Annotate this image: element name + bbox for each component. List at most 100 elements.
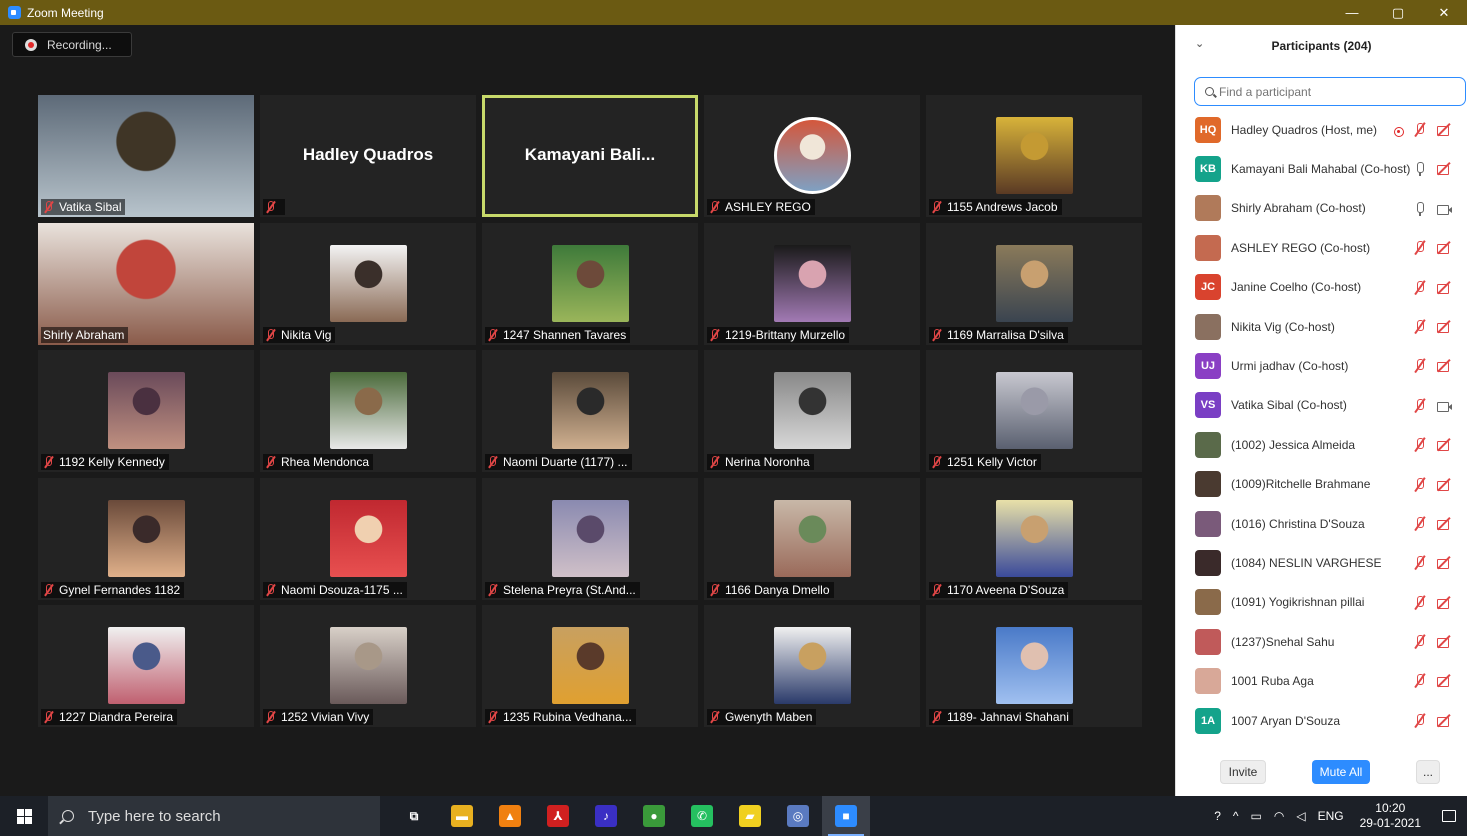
mic-muted-icon[interactable] — [1412, 634, 1428, 650]
video-tile[interactable]: 1219-Brittany Murzello — [704, 222, 920, 345]
minimize-button[interactable]: — — [1329, 0, 1375, 25]
participant-row[interactable]: VS Vatika Sibal (Co-host) — [1176, 386, 1467, 425]
mic-muted-icon[interactable] — [1412, 319, 1428, 335]
video-tile[interactable]: 1166 Danya Dmello — [704, 477, 920, 600]
video-tile[interactable]: Nerina Noronha — [704, 350, 920, 472]
mic-icon[interactable] — [1412, 201, 1428, 217]
video-tile[interactable]: Rhea Mendonca — [260, 350, 476, 472]
camera-off-icon[interactable] — [1436, 673, 1452, 689]
mic-muted-icon[interactable] — [1412, 555, 1428, 571]
close-button[interactable]: ✕ — [1421, 0, 1467, 25]
mute-all-button[interactable]: Mute All — [1312, 760, 1370, 784]
video-tile[interactable]: Gynel Fernandes 1182 — [38, 477, 254, 600]
participant-row[interactable]: (1084) NESLIN VARGHESE — [1176, 543, 1467, 582]
camera-off-icon[interactable] — [1436, 555, 1452, 571]
participant-row[interactable]: (1016) Christina D'Souza — [1176, 504, 1467, 543]
camera-off-icon[interactable] — [1436, 437, 1452, 453]
edge-like-icon[interactable]: ◎ — [774, 796, 822, 836]
video-tile[interactable]: 1170 Aveena D'Souza — [926, 477, 1142, 600]
zoom-icon[interactable]: ■ — [822, 796, 870, 836]
sticky-notes-icon[interactable]: ▰ — [726, 796, 774, 836]
video-tile[interactable]: 1227 Diandra Pereira — [38, 605, 254, 727]
participant-row[interactable]: UJ Urmi jadhav (Co-host) — [1176, 346, 1467, 385]
video-tile[interactable]: 1192 Kelly Kennedy — [38, 350, 254, 472]
camera-off-icon[interactable] — [1436, 122, 1452, 138]
video-tile[interactable]: Kamayani Bali... — [482, 95, 698, 217]
participant-row[interactable]: ASHLEY REGO (Co-host) — [1176, 228, 1467, 267]
volume-icon[interactable]: ◁ — [1296, 809, 1305, 823]
camera-off-icon[interactable] — [1436, 240, 1452, 256]
mic-muted-icon[interactable] — [1412, 122, 1428, 138]
participant-row[interactable]: (1237)Snehal Sahu — [1176, 622, 1467, 661]
participant-row[interactable]: (1002) Jessica Almeida — [1176, 425, 1467, 464]
camera-off-icon[interactable] — [1436, 358, 1452, 374]
video-tile[interactable]: 1169 Marralisa D'silva — [926, 222, 1142, 345]
video-tile[interactable]: Nikita Vig — [260, 222, 476, 345]
whatsapp-icon[interactable]: ✆ — [678, 796, 726, 836]
maximize-button[interactable]: ▢ — [1375, 0, 1421, 25]
mic-muted-icon[interactable] — [1412, 280, 1428, 296]
camera-off-icon[interactable] — [1436, 319, 1452, 335]
video-tile[interactable]: 1252 Vivian Vivy — [260, 605, 476, 727]
mic-muted-icon[interactable] — [1412, 595, 1428, 611]
video-tile[interactable]: Gwenyth Maben — [704, 605, 920, 727]
recording-indicator[interactable]: Recording... — [12, 32, 132, 57]
participant-row[interactable]: Shirly Abraham (Co-host) — [1176, 189, 1467, 228]
video-tile[interactable]: Hadley Quadros — [260, 95, 476, 217]
chrome-icon[interactable]: ● — [630, 796, 678, 836]
participant-row[interactable]: 1A 1007 Aryan D'Souza — [1176, 701, 1467, 740]
mic-icon[interactable] — [1412, 161, 1428, 177]
more-options-button[interactable]: ... — [1416, 760, 1440, 784]
video-tile[interactable]: ASHLEY REGO — [704, 95, 920, 217]
tray-chevron-icon[interactable]: ^ — [1233, 809, 1239, 823]
mic-muted-icon[interactable] — [1412, 240, 1428, 256]
participant-row[interactable]: (1009)Ritchelle Brahmane — [1176, 465, 1467, 504]
task-view-icon[interactable]: ⧉ — [390, 796, 438, 836]
participant-row[interactable]: HQ Hadley Quadros (Host, me) — [1176, 110, 1467, 149]
participant-row[interactable]: Nikita Vig (Co-host) — [1176, 307, 1467, 346]
camera-icon[interactable] — [1436, 201, 1452, 217]
participant-search[interactable] — [1194, 77, 1466, 106]
amazon-music-icon[interactable]: ♪ — [582, 796, 630, 836]
video-tile[interactable]: 1155 Andrews Jacob — [926, 95, 1142, 217]
video-tile[interactable]: Stelena Preyra (St.And... — [482, 477, 698, 600]
mic-muted-icon[interactable] — [1412, 358, 1428, 374]
mic-muted-icon[interactable] — [1412, 398, 1428, 414]
camera-off-icon[interactable] — [1436, 595, 1452, 611]
wifi-icon[interactable]: ◠ — [1274, 809, 1284, 823]
taskbar-search[interactable]: Type here to search — [48, 796, 380, 836]
language-indicator[interactable]: ENG — [1318, 809, 1344, 823]
camera-off-icon[interactable] — [1436, 713, 1452, 729]
participant-search-input[interactable] — [1219, 84, 1449, 99]
video-tile[interactable]: 1235 Rubina Vedhana... — [482, 605, 698, 727]
clock[interactable]: 10:20 29-01-2021 — [1360, 801, 1421, 831]
video-tile[interactable]: Vatika Sibal — [38, 95, 254, 217]
camera-off-icon[interactable] — [1436, 516, 1452, 532]
mic-muted-icon[interactable] — [1412, 477, 1428, 493]
vlc-icon[interactable]: ▲ — [486, 796, 534, 836]
video-tile[interactable]: 1189- Jahnavi Shahani — [926, 605, 1142, 727]
video-tile[interactable]: Shirly Abraham — [38, 222, 254, 345]
camera-icon[interactable] — [1436, 398, 1452, 414]
video-tile[interactable]: 1247 Shannen Tavares — [482, 222, 698, 345]
video-tile[interactable]: 1251 Kelly Victor — [926, 350, 1142, 472]
camera-off-icon[interactable] — [1436, 161, 1452, 177]
battery-icon[interactable]: ▭ — [1251, 809, 1262, 823]
camera-off-icon[interactable] — [1436, 634, 1452, 650]
notification-icon[interactable] — [1431, 796, 1467, 836]
windows-start-icon[interactable] — [0, 796, 48, 836]
mic-muted-icon[interactable] — [1412, 516, 1428, 532]
participant-row[interactable]: (1091) Yogikrishnan pillai — [1176, 583, 1467, 622]
participant-row[interactable]: 1001 Ruba Aga — [1176, 661, 1467, 700]
mic-muted-icon[interactable] — [1412, 673, 1428, 689]
help-icon[interactable]: ? — [1214, 809, 1221, 823]
camera-off-icon[interactable] — [1436, 280, 1452, 296]
collapse-chevron-icon[interactable]: ⌄ — [1195, 37, 1204, 50]
video-tile[interactable]: Naomi Duarte (1177) ... — [482, 350, 698, 472]
acrobat-icon[interactable]: ⅄ — [534, 796, 582, 836]
file-explorer-icon[interactable]: ▬ — [438, 796, 486, 836]
camera-off-icon[interactable] — [1436, 477, 1452, 493]
mic-muted-icon[interactable] — [1412, 713, 1428, 729]
video-tile[interactable]: Naomi Dsouza-1175 ... — [260, 477, 476, 600]
invite-button[interactable]: Invite — [1220, 760, 1266, 784]
